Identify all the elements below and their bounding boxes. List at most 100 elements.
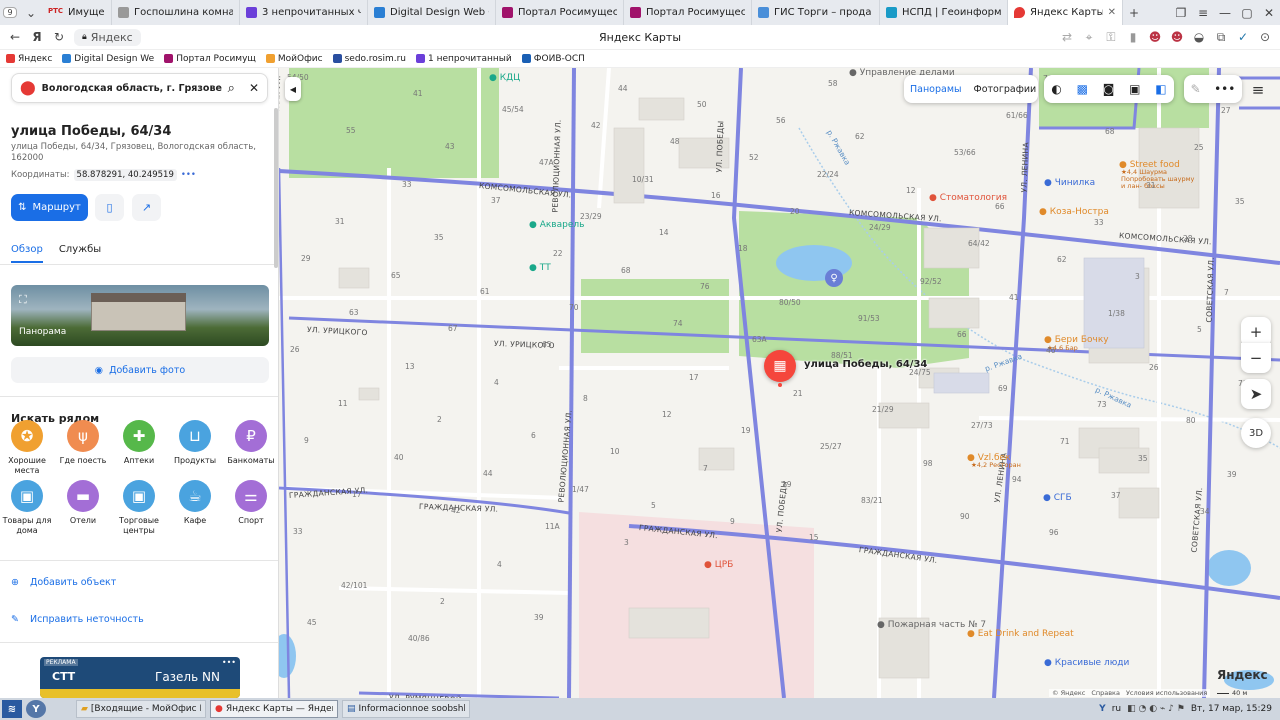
poi-label[interactable]: ● КДЦ xyxy=(489,73,520,83)
nearby-category-7[interactable]: ▣ Торговые центры xyxy=(109,480,169,536)
search-box[interactable]: ⬤ Вологодская область, г. Грязовец, ул ⌕… xyxy=(11,73,268,103)
extension-icon[interactable]: ⊙ xyxy=(1254,26,1276,48)
settings-menu-icon[interactable]: ≡ xyxy=(1192,2,1214,24)
share-button[interactable]: ↗ xyxy=(132,194,161,221)
search-icon[interactable]: ⌕ xyxy=(228,81,235,96)
bookmark-item[interactable]: 1 непрочитанный xyxy=(415,54,512,64)
nearby-category-5[interactable]: ▣ Товары для дома xyxy=(0,480,57,536)
layers-icon[interactable]: ◧ xyxy=(1155,82,1166,96)
poi-label[interactable]: ● Акварель xyxy=(529,220,584,230)
bookmark-item[interactable]: Портал Росимущ xyxy=(164,54,256,64)
bus-icon[interactable]: ▣ xyxy=(1129,82,1140,96)
poi-label[interactable]: ● ТТ xyxy=(529,263,551,273)
poi-label[interactable]: ● СГБ xyxy=(1043,493,1072,503)
poi-label[interactable]: ● Eat Drink and Repeat xyxy=(967,629,1074,639)
key-icon[interactable]: ⚿ xyxy=(1100,26,1122,48)
tab-yandex-maps[interactable]: Яндекс Карты ✕ xyxy=(1008,0,1123,25)
nearby-category-4[interactable]: ₽ Банкоматы xyxy=(221,420,278,466)
nearby-category-3[interactable]: ⊔ Продукты xyxy=(165,420,225,466)
camera-icon[interactable]: ◙ xyxy=(1103,82,1115,96)
yandex-logo-icon[interactable]: Я xyxy=(26,26,48,48)
3d-button[interactable]: 3D xyxy=(1241,418,1271,448)
tab-6[interactable]: Портал Росимущест xyxy=(624,0,752,25)
taskbar-item[interactable]: ●Яндекс Карты — Яндекс ... xyxy=(210,700,338,718)
nearby-category-8[interactable]: ☕ Кафе xyxy=(165,480,225,526)
location-icon[interactable]: ⌖ xyxy=(1078,26,1100,48)
bookmarks-icon[interactable]: ❐ xyxy=(1170,2,1192,24)
tab-7[interactable]: ГИС Торги – прода xyxy=(752,0,880,25)
language-indicator[interactable]: ru xyxy=(1112,704,1121,714)
ad-banner[interactable]: РЕКЛАМА ••• СТТ Газель NN xyxy=(40,657,240,698)
transport-map-icon[interactable]: ▩ xyxy=(1077,82,1088,96)
start-icon[interactable]: ≋ xyxy=(2,700,22,718)
tab-5[interactable]: Портал Росимущест xyxy=(496,0,624,25)
translate-icon[interactable]: ⇄ xyxy=(1056,26,1078,48)
hamburger-menu-icon[interactable]: ≡ xyxy=(1243,75,1273,105)
nearby-category-2[interactable]: ✚ Аптеки xyxy=(109,420,169,466)
maximize-icon[interactable]: ▢ xyxy=(1236,2,1258,24)
url-field[interactable]: 🔒︎ Яндекс xyxy=(74,28,141,46)
taskbar-item[interactable]: ▰[Входящие - МойОфис П... xyxy=(76,700,206,718)
help-link[interactable]: Справка xyxy=(1091,689,1120,697)
extension-icon[interactable]: ☻ xyxy=(1144,26,1166,48)
map-layers-icon[interactable]: ◐ xyxy=(1051,82,1061,96)
selected-place-marker[interactable]: ▦ xyxy=(764,350,796,382)
close-tab-icon[interactable]: ✕ xyxy=(1108,7,1116,18)
extension-icon[interactable]: ☻ xyxy=(1166,26,1188,48)
tab-8[interactable]: НСПД | Геоинформа xyxy=(880,0,1008,25)
tab-3[interactable]: 3 непрочитанных ча xyxy=(240,0,368,25)
close-icon[interactable]: ✕ xyxy=(249,81,259,95)
ruler-icon[interactable]: ✎ xyxy=(1191,82,1201,96)
zoom-out-button[interactable]: − xyxy=(1241,343,1271,373)
panoramas-toggle[interactable]: Панорамы xyxy=(904,84,968,95)
tab-counter[interactable]: 9 xyxy=(0,2,20,24)
route-button[interactable]: ⇅ Маршрут xyxy=(11,194,88,221)
back-icon[interactable]: ← xyxy=(4,26,26,48)
reload-icon[interactable]: ↻ xyxy=(48,26,70,48)
tab-4[interactable]: Digital Design Web C xyxy=(368,0,496,25)
poi-label[interactable]: ● Красивые люди xyxy=(1044,658,1129,668)
tab-1[interactable]: РТСИмущество xyxy=(42,0,112,25)
ad-more-icon[interactable]: ••• xyxy=(222,658,236,667)
nearby-category-0[interactable]: ✪ Хорошие места xyxy=(0,420,57,476)
extension-icon[interactable]: ⧉ xyxy=(1210,26,1232,48)
photos-toggle[interactable]: Фотографии xyxy=(968,84,1043,95)
nearby-category-6[interactable]: ▬ Отели xyxy=(53,480,113,526)
tab-services[interactable]: Службы xyxy=(59,244,101,263)
coords-value[interactable]: 58.878291, 40.249519 xyxy=(73,169,177,181)
tray-icons[interactable]: ◧ ◔ ◐ ⌁ ♪ ⚑ xyxy=(1127,704,1185,714)
bookmark-button[interactable]: ▯ xyxy=(95,194,124,221)
terms-link[interactable]: Условия использования xyxy=(1126,689,1207,697)
park-icon[interactable]: ♀ xyxy=(825,269,843,287)
nearby-category-1[interactable]: ψ Где поесть xyxy=(53,420,113,466)
bookmark-item[interactable]: sedo.rosim.ru xyxy=(332,54,406,64)
extension-icon[interactable]: ✓ xyxy=(1232,26,1254,48)
bookmark-icon[interactable]: ▮ xyxy=(1122,26,1144,48)
bookmark-item[interactable]: ФОИВ-ОСП xyxy=(521,54,585,64)
map-canvas[interactable]: КОМСОМОЛЬСКАЯ УЛ. КОМСОМОЛЬСКАЯ УЛ. КОМСОМ… xyxy=(279,68,1280,698)
poi-label[interactable]: ● Коза-Ностра xyxy=(1039,207,1109,217)
collapse-panel-button[interactable]: ◀ xyxy=(285,77,301,101)
extension-icon[interactable]: ◒ xyxy=(1188,26,1210,48)
new-tab-icon[interactable]: + xyxy=(1123,2,1145,24)
poi-label[interactable]: ● ЦРБ xyxy=(704,560,733,570)
tab-2[interactable]: Госпошлина комнат xyxy=(112,0,240,25)
yandex-tray-icon[interactable]: Y xyxy=(1099,704,1106,714)
search-input[interactable]: Вологодская область, г. Грязовец, ул xyxy=(42,83,222,94)
chevron-down-icon[interactable]: ⌄ xyxy=(20,2,42,24)
nearby-category-9[interactable]: ⚌ Спорт xyxy=(221,480,278,526)
panorama-preview[interactable]: ⛶ Панорама xyxy=(11,285,269,346)
fix-error-link[interactable]: ✎ Исправить неточность xyxy=(11,614,144,625)
bookmark-item[interactable]: МойОфис xyxy=(265,54,323,64)
add-object-link[interactable]: ⊕ Добавить объект xyxy=(11,577,116,588)
tab-overview[interactable]: Обзор xyxy=(11,244,43,263)
taskbar-item[interactable]: ▤Informacionnoe soobshhe... xyxy=(342,700,470,718)
more-icon[interactable]: ••• xyxy=(1214,82,1235,96)
poi-label[interactable]: ● Чинилка xyxy=(1044,178,1095,188)
my-location-button[interactable]: ➤ xyxy=(1241,379,1271,409)
add-photo-button[interactable]: ◉ Добавить фото xyxy=(11,357,269,383)
bookmark-item[interactable]: Digital Design We xyxy=(62,54,154,64)
bookmark-item[interactable]: Яндекс xyxy=(6,54,52,64)
close-window-icon[interactable]: ✕ xyxy=(1258,2,1280,24)
yandex-browser-icon[interactable]: Y xyxy=(26,700,46,718)
